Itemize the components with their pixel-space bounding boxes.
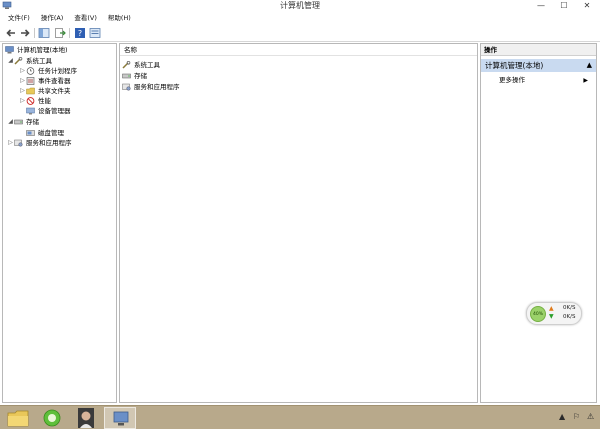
title-bar: 计算机管理 — ☐ ✕ — [0, 0, 600, 12]
tree-item-root[interactable]: 计算机管理(本地) — [5, 45, 68, 55]
download-speed: 0K/S — [563, 314, 576, 320]
tree-item-performance[interactable]: ▷ 性能 — [19, 96, 51, 106]
upload-arrow-icon: ▲ — [549, 305, 554, 312]
tree-item-shared-folders[interactable]: ▷ 共享文件夹 — [19, 86, 71, 96]
help-icon[interactable]: ? — [74, 27, 86, 39]
services-icon — [14, 139, 23, 147]
actions-header: 操作 — [481, 44, 596, 56]
computer-management-icon — [113, 411, 129, 426]
actions-pane: 操作 计算机管理(本地) ▲ 更多操作 ▶ — [480, 43, 597, 403]
file-explorer-icon[interactable] — [2, 407, 34, 429]
shared-folder-icon — [26, 87, 35, 95]
menu-bar: 文件(F) 操作(A) 查看(V) 帮助(H) — [0, 12, 600, 24]
menu-file[interactable]: 文件(F) — [8, 12, 30, 24]
list-item-storage[interactable]: 存储 — [122, 71, 147, 81]
show-hide-tree-icon[interactable] — [38, 27, 50, 39]
menu-help[interactable]: 帮助(H) — [108, 12, 131, 24]
menu-view[interactable]: 查看(V) — [74, 12, 97, 24]
collapsed-arrow-icon[interactable]: ▷ — [19, 96, 26, 106]
tree-label: 存储 — [26, 118, 39, 126]
network-speed-widget[interactable]: 40% ▲ ▼ 0K/S 0K/S — [526, 302, 582, 325]
expanded-arrow-icon[interactable]: ◢ — [7, 117, 14, 127]
more-actions-label: 更多操作 — [499, 76, 525, 84]
tools-icon — [122, 61, 131, 69]
list-item-label: 存储 — [134, 72, 147, 80]
collapsed-arrow-icon[interactable]: ▷ — [7, 138, 14, 148]
expanded-arrow-icon[interactable]: ◢ — [7, 56, 14, 66]
submenu-arrow-icon: ▶ — [583, 77, 588, 84]
tree-item-disk-management[interactable]: 磁盘管理 — [26, 128, 64, 138]
tree-label: 设备管理器 — [38, 107, 71, 115]
svg-text:?: ? — [78, 29, 82, 38]
taskbar-button-computer-management[interactable] — [104, 407, 136, 429]
clock-icon — [26, 67, 35, 75]
taskbar: ▲ ⚐ ⚠ — [0, 405, 600, 429]
services-icon — [122, 83, 131, 91]
actions-section-computer-management[interactable]: 计算机管理(本地) ▲ — [481, 59, 596, 72]
tree-label: 共享文件夹 — [38, 87, 71, 95]
tree-item-storage[interactable]: ◢ 存储 — [7, 117, 39, 127]
upload-speed: 0K/S — [563, 305, 576, 311]
storage-icon — [122, 73, 131, 79]
list-item-services-apps[interactable]: 服务和应用程序 — [122, 82, 180, 92]
toolbar-separator — [69, 28, 70, 38]
console-tree-pane: 计算机管理(本地) ◢ 系统工具 ▷ 任务计划程序 ▷ 事件查看器 ▷ 共享文件… — [2, 43, 117, 403]
close-button[interactable]: ✕ — [576, 0, 598, 12]
column-header-name[interactable]: 名称 — [120, 44, 477, 56]
tree-label: 计算机管理(本地) — [17, 46, 68, 54]
actions-section-label: 计算机管理(本地) — [485, 61, 544, 70]
list-item-label: 系统工具 — [134, 61, 160, 69]
collapse-arrow-icon[interactable]: ▲ — [587, 59, 592, 72]
computer-management-icon — [5, 46, 14, 54]
network-tray-icon[interactable]: ⚐ — [573, 412, 580, 421]
results-pane: 名称 系统工具 存储 服务和应用程序 — [119, 43, 478, 403]
tree-label: 事件查看器 — [38, 77, 71, 85]
download-arrow-icon: ▼ — [549, 313, 554, 320]
tree-item-system-tools[interactable]: ◢ 系统工具 — [7, 56, 52, 66]
back-arrow-icon[interactable] — [5, 27, 17, 39]
forward-arrow-icon[interactable] — [19, 27, 31, 39]
tree-item-services-apps[interactable]: ▷ 服务和应用程序 — [7, 138, 72, 148]
collapsed-arrow-icon[interactable]: ▷ — [19, 66, 26, 76]
disk-management-icon — [26, 130, 35, 136]
tree-item-device-manager[interactable]: 设备管理器 — [26, 106, 71, 116]
tree-item-task-scheduler[interactable]: ▷ 任务计划程序 — [19, 66, 77, 76]
tree-label: 性能 — [38, 97, 51, 105]
tree-item-event-viewer[interactable]: ▷ 事件查看器 — [19, 76, 71, 86]
menu-action[interactable]: 操作(A) — [41, 12, 64, 24]
tree-label: 服务和应用程序 — [26, 139, 72, 147]
toolbar-separator — [34, 28, 35, 38]
collapsed-arrow-icon[interactable]: ▷ — [19, 86, 26, 96]
properties-icon[interactable] — [89, 27, 101, 39]
show-hidden-icons-icon[interactable]: ▲ — [559, 412, 565, 421]
tree-label: 磁盘管理 — [38, 129, 64, 137]
list-item-system-tools[interactable]: 系统工具 — [122, 60, 160, 70]
minimize-button[interactable]: — — [530, 0, 552, 12]
user-photo-icon[interactable] — [70, 407, 102, 429]
export-list-icon[interactable] — [54, 27, 66, 39]
security-tray-icon[interactable]: ⚠ — [587, 412, 594, 421]
device-manager-icon — [26, 107, 35, 115]
list-item-label: 服务和应用程序 — [134, 83, 180, 91]
performance-icon — [26, 97, 35, 105]
tree-label: 任务计划程序 — [38, 67, 77, 75]
event-viewer-icon — [26, 77, 35, 85]
tools-icon — [14, 57, 23, 65]
maximize-button[interactable]: ☐ — [553, 0, 575, 12]
usage-gauge: 40% — [530, 306, 546, 322]
storage-icon — [14, 119, 23, 125]
toolbar: ? — [0, 24, 600, 42]
collapsed-arrow-icon[interactable]: ▷ — [19, 76, 26, 86]
window-title: 计算机管理 — [280, 1, 320, 10]
browser-icon[interactable] — [36, 407, 68, 429]
tree-label: 系统工具 — [26, 57, 52, 65]
more-actions-item[interactable]: 更多操作 ▶ — [481, 75, 596, 86]
